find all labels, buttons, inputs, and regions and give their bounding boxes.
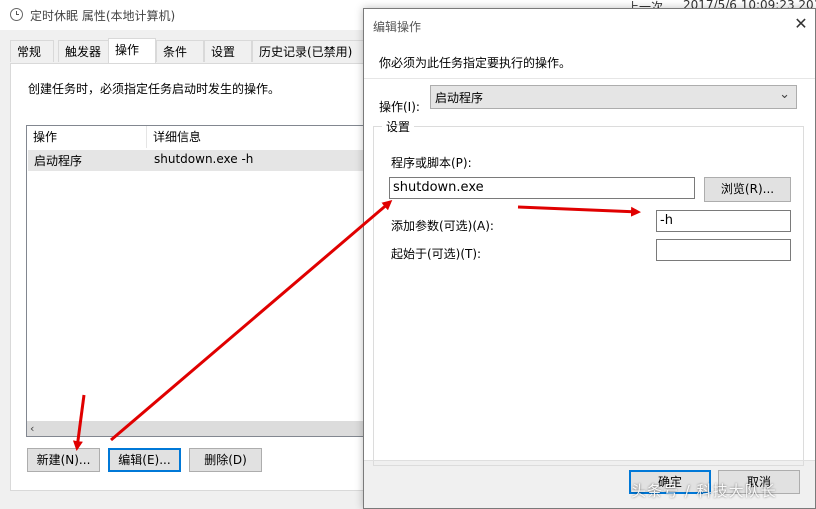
horizontal-scrollbar[interactable]: ‹ [27,421,364,436]
tab-label: 常规 [17,45,42,59]
dialog-body: 你必须为此任务指定要执行的操作。 操作(I): 启动程序 ⌄ 设置 程序或脚本(… [364,40,815,466]
dialog-titlebar: 编辑操作 ✕ [364,9,815,40]
browse-button[interactable]: 浏览(R)... [704,177,791,202]
tab-label: 条件 [163,45,188,59]
row-action-cell: 启动程序 [34,154,83,168]
tab-settings[interactable]: 设置 [204,40,252,62]
action-type-value: 启动程序 [435,91,484,105]
start-in-input[interactable] [656,239,791,261]
tab-conditions[interactable]: 条件 [156,40,204,62]
tab-triggers[interactable]: 触发器 [58,40,109,62]
arguments-input[interactable]: -h [656,210,791,232]
tab-label: 设置 [211,45,236,59]
tab-history[interactable]: 历史记录(已禁用) [252,40,364,62]
tab-label: 操作 [115,43,140,57]
watermark: 头条号 / 科技大队长 [631,482,777,500]
settings-legend: 设置 [382,118,415,135]
chevron-down-icon: ⌄ [779,87,790,102]
row-detail-cell: shutdown.exe -h [154,152,254,166]
tab-label: 历史记录(已禁用) [259,45,353,59]
program-label: 程序或脚本(P): [391,156,472,170]
delete-action-button[interactable]: 删除(D) [189,448,262,472]
edit-action-button[interactable]: 编辑(E)... [108,448,181,472]
close-icon[interactable]: ✕ [791,14,811,34]
start-in-label: 起始于(可选)(T): [391,247,482,261]
footer-divider [364,460,815,461]
edit-action-dialog: 编辑操作 ✕ 你必须为此任务指定要执行的操作。 操作(I): 启动程序 ⌄ 设置… [363,8,816,509]
actions-description: 创建任务时，必须指定任务启动时发生的操作。 [28,82,281,96]
new-action-button[interactable]: 新建(N)... [27,448,100,472]
program-input[interactable]: shutdown.exe [389,177,695,199]
window-title: 定时休眠 属性(本地计算机) [30,9,176,23]
clock-icon [10,8,23,21]
action-type-label: 操作(I): [379,100,420,114]
arguments-label: 添加参数(可选)(A): [391,219,494,233]
tab-general[interactable]: 常规 [10,40,54,62]
column-header-details[interactable]: 详细信息 [147,126,366,148]
scroll-left-arrow-icon[interactable]: ‹ [30,421,34,436]
divider [364,78,815,79]
actions-list[interactable]: 操作 详细信息 启动程序 shutdown.exe -h ‹ [26,125,365,437]
dialog-instruction: 你必须为此任务指定要执行的操作。 [379,56,572,70]
dialog-title: 编辑操作 [373,20,422,34]
tab-label: 触发器 [65,45,102,59]
tab-actions[interactable]: 操作 [108,38,156,63]
action-type-select[interactable]: 启动程序 ⌄ [430,85,797,109]
column-header-action[interactable]: 操作 [27,126,147,148]
table-row[interactable]: 启动程序 shutdown.exe -h [28,150,364,171]
